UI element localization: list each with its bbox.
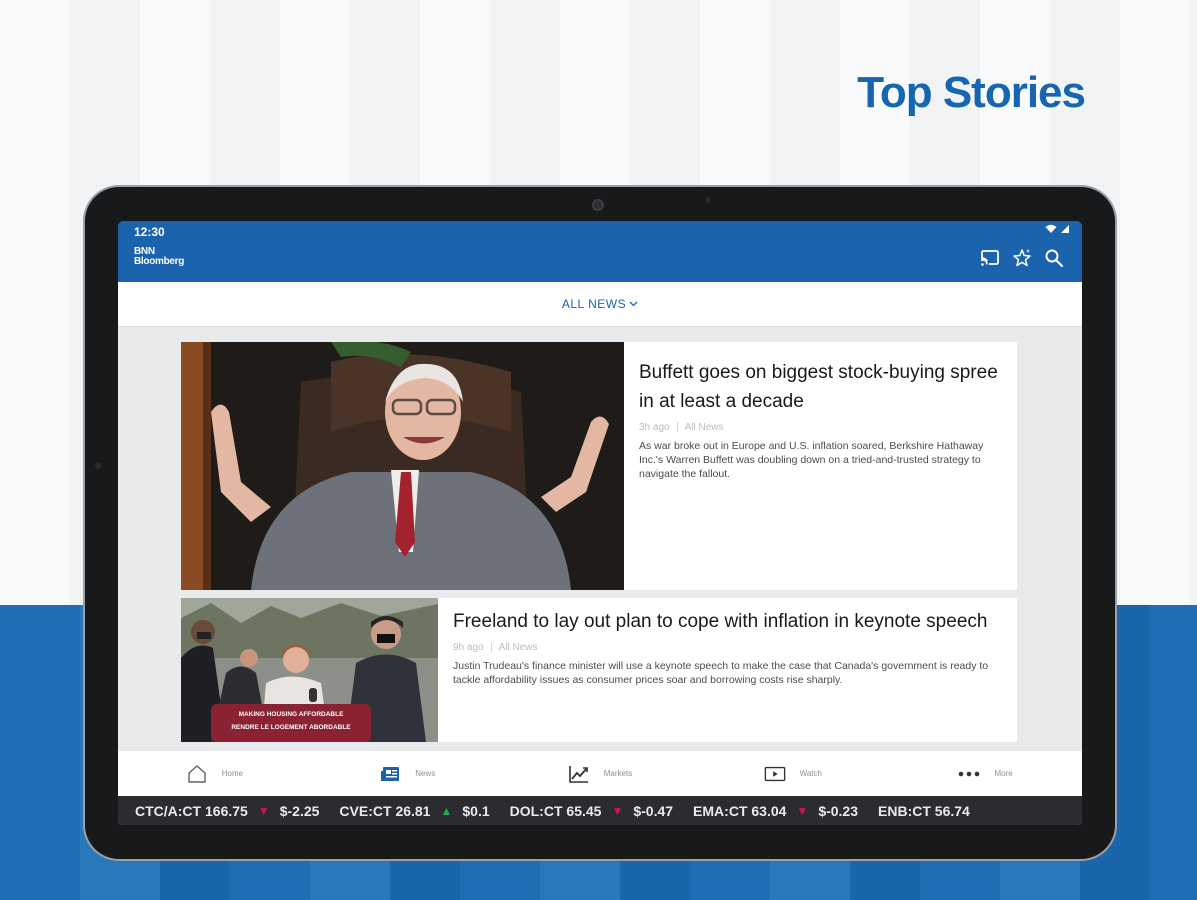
ticker-price: 56.74	[934, 802, 970, 819]
nav-label-more: More	[994, 769, 1013, 778]
ticker-price: 166.75	[205, 802, 248, 819]
filter-label: ALL NEWS	[561, 297, 627, 311]
ticker-change: $-2.25	[279, 802, 320, 819]
ticker-change: $0.1	[462, 802, 490, 819]
home-icon	[186, 763, 208, 785]
meta-divider	[676, 422, 678, 433]
app-bar-actions	[980, 248, 1064, 268]
meta-divider	[490, 642, 492, 653]
down-arrow-icon: ▼	[257, 803, 270, 818]
sign-text-line-1: MAKING HOUSING AFFORDABLE	[239, 711, 345, 718]
nav-home[interactable]: Home	[118, 763, 311, 785]
news-icon	[379, 763, 401, 785]
story-image-buffett[interactable]	[181, 342, 624, 590]
sensor	[705, 197, 711, 203]
bnn-bloomberg-logo[interactable]: BNN Bloomberg	[134, 247, 184, 267]
ticker-item: CTC/A:CT 166.75 ▼ $-2.25	[135, 803, 319, 819]
story-card-freeland[interactable]: MAKING HOUSING AFFORDABLE RENDRE LE LOGE…	[181, 598, 1017, 742]
watch-icon	[764, 763, 786, 785]
status-time: 12:30	[134, 225, 165, 239]
search-icon[interactable]	[1044, 248, 1064, 268]
ticker-change: $-0.47	[633, 802, 674, 819]
sparkle-star-icon[interactable]	[1012, 248, 1032, 268]
stock-ticker[interactable]: CTC/A:CT 166.75 ▼ $-2.25 CVE:CT 26.81 ▲ …	[118, 796, 1082, 825]
more-icon	[958, 763, 980, 785]
front-camera	[592, 199, 604, 211]
story-summary: Justin Trudeau's finance minister will u…	[453, 660, 989, 686]
story-text-freeland: Freeland to lay out plan to cope with in…	[453, 607, 1003, 687]
ticker-symbol: CTC/A:CT	[135, 802, 202, 819]
up-arrow-icon: ▲	[440, 803, 453, 818]
all-news-dropdown[interactable]: ALL NEWS	[562, 297, 638, 311]
ticker-change: $-0.23	[818, 802, 859, 819]
status-icons	[1045, 224, 1070, 237]
down-arrow-icon: ▼	[611, 803, 624, 818]
side-sensor	[95, 463, 101, 469]
nav-news[interactable]: News	[311, 763, 504, 785]
story-category[interactable]: All News	[499, 642, 538, 653]
story-time: 3h ago	[639, 422, 670, 433]
nav-label-markets: Markets	[603, 769, 633, 778]
ticker-symbol: EMA:CT	[693, 802, 748, 819]
nav-more[interactable]: More	[889, 763, 1082, 785]
ticker-symbol: DOL:CT	[509, 802, 563, 819]
ticker-item: DOL:CT 65.45 ▼ $-0.47	[510, 803, 673, 819]
story-meta: 3h ago All News	[639, 422, 999, 433]
story-title[interactable]: Buffett goes on biggest stock-buying spr…	[639, 358, 999, 416]
chevron-down-icon	[629, 301, 638, 307]
app-bar: 12:30 BNN Bloomberg	[118, 221, 1082, 282]
ticker-price: 63.04	[751, 802, 787, 819]
ticker-price: 26.81	[395, 802, 431, 819]
story-time: 9h ago	[453, 642, 484, 653]
filter-bar: ALL NEWS	[118, 282, 1082, 327]
nav-watch[interactable]: Watch	[696, 763, 889, 785]
ticker-price: 65.45	[566, 802, 602, 819]
nav-label-news: News	[415, 769, 436, 778]
story-summary: As war broke out in Europe and U.S. infl…	[639, 440, 984, 480]
story-text-buffett: Buffett goes on biggest stock-buying spr…	[639, 358, 999, 481]
markets-icon	[568, 763, 590, 785]
nav-label-watch: Watch	[799, 769, 822, 778]
story-meta: 9h ago All News	[453, 642, 1003, 653]
bottom-navigation: Home News Markets Watch More	[118, 751, 1082, 796]
battery-icon	[1061, 225, 1069, 233]
down-arrow-icon: ▼	[796, 803, 809, 818]
story-image-freeland[interactable]: MAKING HOUSING AFFORDABLE RENDRE LE LOGE…	[181, 598, 438, 742]
ticker-item: EMA:CT 63.04 ▼ $-0.23	[693, 803, 858, 819]
promo-headline: Top Stories	[857, 68, 1086, 117]
ticker-item: ENB:CT 56.74	[878, 803, 970, 819]
sign-text-line-2: RENDRE LE LOGEMENT ABORDABLE	[231, 724, 351, 731]
ticker-item: CVE:CT 26.81 ▲ $0.1	[339, 803, 489, 819]
cast-icon[interactable]	[980, 248, 1000, 268]
story-card-buffett[interactable]: Buffett goes on biggest stock-buying spr…	[181, 342, 1017, 590]
story-title[interactable]: Freeland to lay out plan to cope with in…	[453, 607, 1003, 636]
ticker-symbol: ENB:CT	[878, 802, 931, 819]
tablet-frame: 12:30 BNN Bloomberg ALL NEWS Buffett goe…	[85, 187, 1115, 859]
story-category[interactable]: All News	[685, 422, 724, 433]
nav-label-home: Home	[221, 769, 244, 778]
logo-line-2: Bloomberg	[134, 256, 185, 267]
ticker-symbol: CVE:CT	[339, 802, 392, 819]
nav-markets[interactable]: Markets	[504, 763, 697, 785]
wifi-icon	[1045, 224, 1057, 233]
screen: 12:30 BNN Bloomberg ALL NEWS Buffett goe…	[118, 221, 1082, 825]
